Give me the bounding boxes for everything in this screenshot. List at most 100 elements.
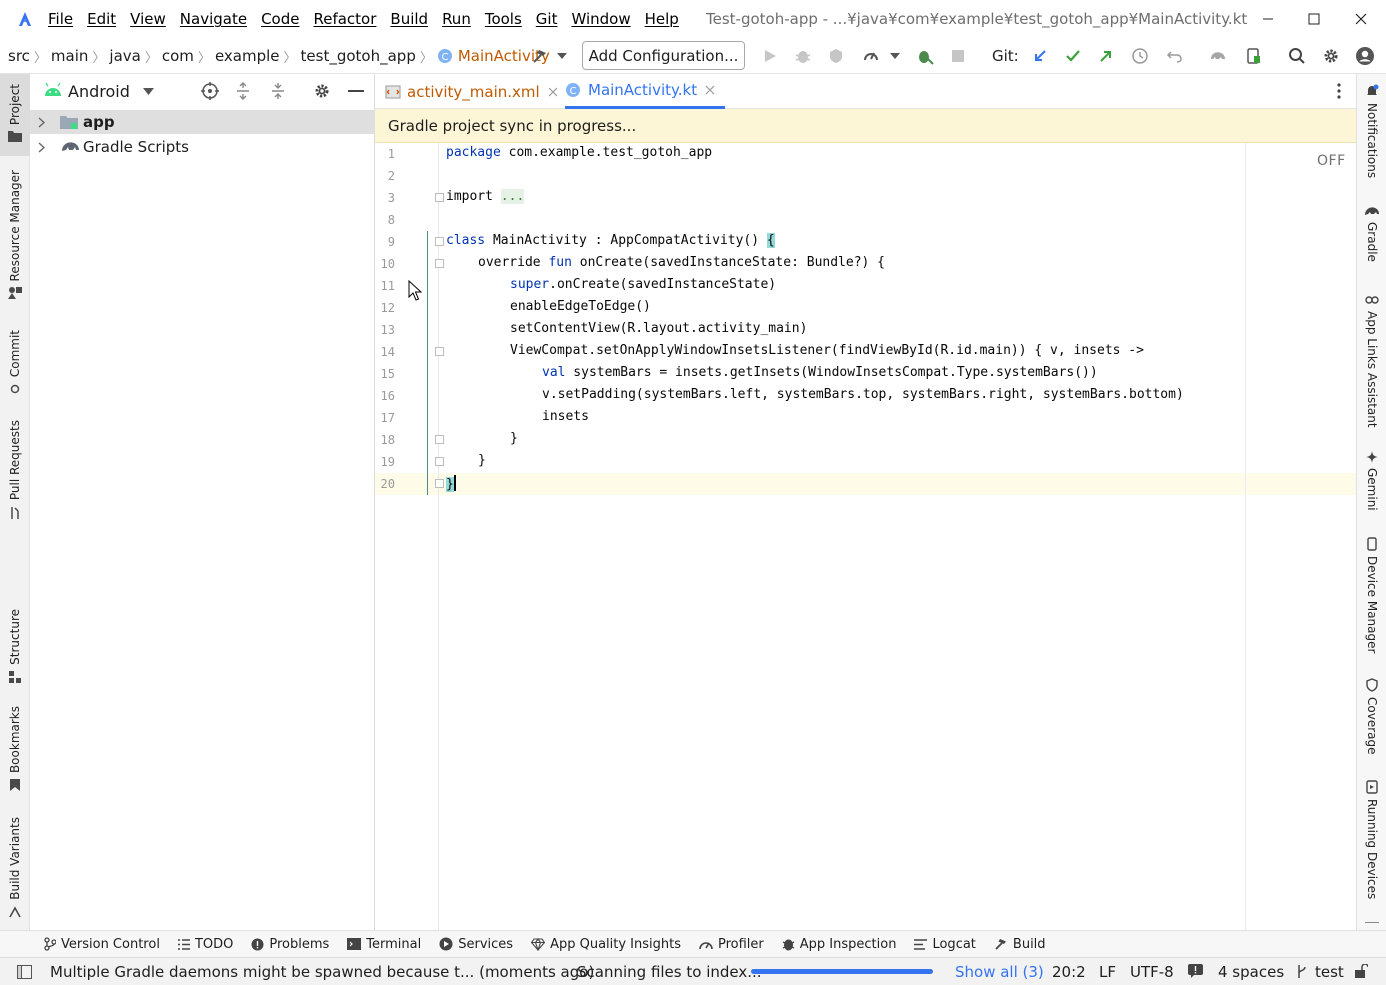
- tool-tab-commit[interactable]: Commit: [0, 330, 30, 396]
- line-number[interactable]: 19: [375, 455, 395, 469]
- line-number[interactable]: 12: [375, 301, 395, 315]
- tool-problems[interactable]: Problems: [251, 937, 329, 952]
- code-line[interactable]: }: [446, 475, 456, 492]
- maximize-button[interactable]: [1300, 6, 1328, 32]
- code-line[interactable]: super.onCreate(savedInstanceState): [510, 277, 776, 292]
- code-line[interactable]: insets: [542, 409, 589, 424]
- tool-todo[interactable]: TODO: [177, 937, 233, 952]
- line-separator[interactable]: LF: [1099, 963, 1116, 981]
- breadcrumb-com[interactable]: com: [162, 47, 194, 65]
- tool-version-control[interactable]: Version Control: [44, 937, 160, 952]
- indent-setting[interactable]: 4 spaces: [1218, 963, 1284, 981]
- menu-git[interactable]: Git: [536, 10, 558, 28]
- line-number[interactable]: 1: [375, 147, 395, 161]
- tool-app-quality-insights[interactable]: App Quality Insights: [531, 937, 681, 952]
- panel-settings-gear-icon[interactable]: [313, 82, 331, 100]
- menu-view[interactable]: View: [130, 10, 166, 28]
- code-line[interactable]: class MainActivity : AppCompatActivity()…: [446, 233, 775, 248]
- line-number[interactable]: 10: [375, 257, 395, 271]
- git-update-icon[interactable]: [1030, 46, 1050, 66]
- tree-item-app[interactable]: app: [30, 110, 375, 134]
- gradle-sync-icon[interactable]: [1208, 46, 1228, 66]
- project-view-selector[interactable]: Android: [68, 82, 130, 101]
- history-icon[interactable]: [1130, 46, 1150, 66]
- tool-terminal[interactable]: Terminal: [347, 937, 421, 952]
- line-number[interactable]: 15: [375, 367, 395, 381]
- fold-marker-icon[interactable]: [435, 193, 444, 202]
- caret-position[interactable]: 20:2: [1052, 963, 1086, 981]
- editor-tab-activity-main-xml[interactable]: activity_main.xml: [385, 74, 558, 109]
- stop-icon[interactable]: [948, 46, 968, 66]
- code-line[interactable]: import ...: [446, 189, 525, 204]
- tool-tab-gemini[interactable]: Gemini: [1357, 451, 1386, 511]
- expand-arrow-icon[interactable]: [38, 142, 45, 153]
- line-number[interactable]: 8: [375, 213, 395, 227]
- breadcrumb-main[interactable]: main: [51, 47, 88, 65]
- tool-tab-build-variants[interactable]: Build Variants: [0, 817, 30, 918]
- git-branch[interactable]: test: [1315, 963, 1344, 981]
- close-button[interactable]: [1347, 6, 1375, 32]
- tab-close-icon[interactable]: [548, 87, 558, 97]
- code-line[interactable]: override fun onCreate(savedInstanceState…: [478, 255, 885, 270]
- inspection-off-label[interactable]: OFF: [1317, 153, 1346, 169]
- settings-gear-icon[interactable]: [1321, 46, 1341, 66]
- tool-tab-running-devices[interactable]: Running Devices: [1357, 780, 1386, 899]
- code-line[interactable]: package com.example.test_gotoh_app: [446, 145, 712, 160]
- tool-tab-gradle[interactable]: Gradle: [1357, 205, 1386, 262]
- search-icon[interactable]: [1287, 46, 1307, 66]
- menu-file[interactable]: File: [48, 10, 73, 28]
- code-line[interactable]: v.setPadding(systemBars.left, systemBars…: [542, 387, 1184, 402]
- code-line[interactable]: }: [510, 431, 518, 446]
- profile-dropdown-icon[interactable]: [885, 46, 905, 66]
- tool-logcat[interactable]: Logcat: [914, 937, 976, 952]
- debug-icon[interactable]: [793, 46, 813, 66]
- menu-window[interactable]: Window: [571, 10, 630, 28]
- menu-navigate[interactable]: Navigate: [180, 10, 247, 28]
- git-commit-icon[interactable]: [1063, 46, 1083, 66]
- menu-code[interactable]: Code: [261, 10, 299, 28]
- rollback-icon[interactable]: [1165, 46, 1185, 66]
- tool-tab-pull-requests[interactable]: Pull Requests: [0, 420, 30, 520]
- code-editor[interactable]: 1 2 3 8 9 10 11 12 13 14 15 16 17 18 19 20 OFF package …: [375, 143, 1356, 930]
- menu-tools[interactable]: Tools: [485, 10, 522, 28]
- tool-tab-coverage[interactable]: Coverage: [1357, 678, 1386, 755]
- tool-tab-app-links-assistant[interactable]: App Links Assistant: [1357, 294, 1386, 428]
- run-icon[interactable]: [760, 46, 780, 66]
- fold-marker-icon[interactable]: [435, 457, 444, 466]
- editor-gutter[interactable]: 1 2 3 8 9 10 11 12 13 14 15 16 17 18 19 20: [375, 143, 444, 930]
- tool-tab-device-manager[interactable]: Device Manager: [1357, 537, 1386, 653]
- code-line[interactable]: setContentView(R.layout.activity_main): [510, 321, 807, 336]
- status-message[interactable]: Multiple Gradle daemons might be spawned…: [50, 963, 594, 981]
- tool-tab-resource-manager[interactable]: Resource Manager: [0, 170, 30, 305]
- breadcrumb-java[interactable]: java: [109, 47, 140, 65]
- status-panel-toggle-icon[interactable]: [17, 965, 32, 979]
- breadcrumb-src[interactable]: src: [8, 47, 30, 65]
- tool-profiler[interactable]: Profiler: [699, 937, 764, 952]
- menu-edit[interactable]: Edit: [87, 10, 116, 28]
- tab-close-icon[interactable]: [705, 85, 715, 95]
- account-avatar-icon[interactable]: [1355, 46, 1375, 66]
- read-only-lock-icon[interactable]: [1354, 964, 1368, 978]
- tree-item-gradle-scripts[interactable]: Gradle Scripts: [30, 135, 375, 159]
- run-with-coverage-icon[interactable]: [826, 46, 846, 66]
- add-configuration-button[interactable]: Add Configuration...: [582, 41, 745, 70]
- fold-marker-icon[interactable]: [435, 435, 444, 444]
- menu-build[interactable]: Build: [390, 10, 428, 28]
- line-number[interactable]: 11: [375, 279, 395, 293]
- collapse-all-icon[interactable]: [270, 82, 286, 100]
- fold-marker-icon[interactable]: [435, 259, 444, 268]
- device-manager-icon[interactable]: [1243, 46, 1263, 66]
- build-dropdown-icon[interactable]: [552, 46, 572, 66]
- line-number[interactable]: 16: [375, 389, 395, 403]
- line-number[interactable]: 14: [375, 345, 395, 359]
- fold-marker-icon[interactable]: [435, 347, 444, 356]
- file-encoding[interactable]: UTF-8: [1130, 963, 1174, 981]
- tool-tab-structure[interactable]: Structure: [0, 609, 30, 683]
- more-tabs-menu-icon[interactable]: [1337, 83, 1341, 99]
- view-dropdown-icon[interactable]: [143, 88, 154, 95]
- code-line[interactable]: ViewCompat.setOnApplyWindowInsetsListene…: [510, 343, 1144, 358]
- attach-debugger-icon[interactable]: [915, 46, 935, 66]
- line-number[interactable]: 20: [375, 477, 395, 491]
- hide-panel-icon[interactable]: [348, 90, 364, 92]
- line-number[interactable]: 17: [375, 411, 395, 425]
